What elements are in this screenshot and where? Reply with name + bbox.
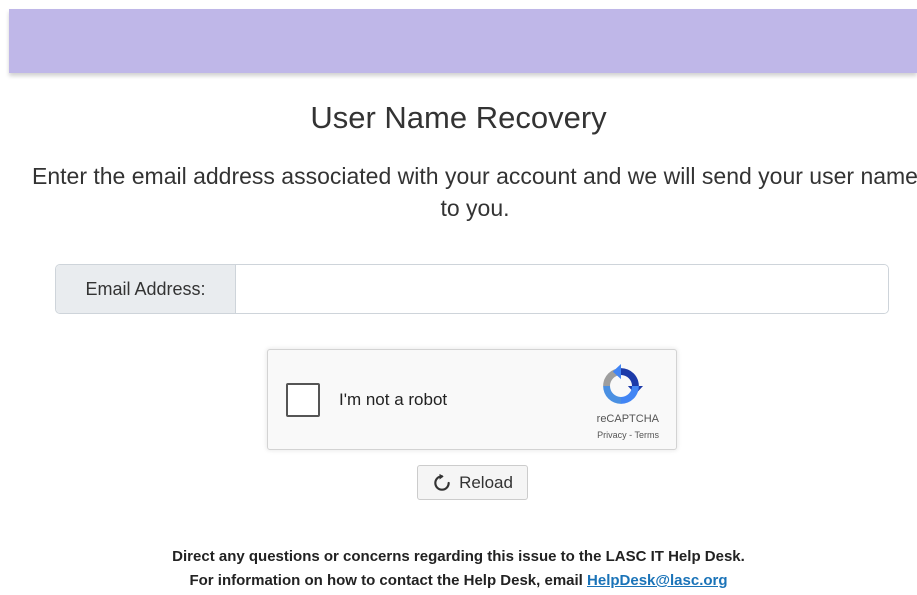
header-bar [9, 9, 917, 73]
recaptcha-links: Privacy - Terms [597, 430, 659, 440]
recaptcha-logo-icon [603, 364, 643, 404]
footer-line-2: For information on how to contact the He… [0, 569, 917, 593]
helpdesk-email-link[interactable]: HelpDesk@lasc.org [587, 572, 728, 589]
recaptcha-terms-link[interactable]: Terms [635, 430, 660, 440]
footer: Direct any questions or concerns regardi… [0, 545, 917, 593]
email-field[interactable] [236, 265, 888, 313]
recaptcha-widget: I'm not a robot reCAPTCHA Privacy - Term… [267, 349, 677, 450]
footer-contact-text: For information on how to contact the He… [189, 572, 588, 589]
recaptcha-privacy-link[interactable]: Privacy [597, 430, 627, 440]
page: User Name Recovery Enter the email addre… [0, 0, 917, 595]
recaptcha-brand: reCAPTCHA [596, 413, 659, 425]
recaptcha-checkbox-label: I'm not a robot [339, 390, 448, 409]
email-field-label: Email Address: [56, 265, 236, 313]
reload-button[interactable]: Reload [417, 465, 528, 500]
reload-button-label: Reload [459, 472, 513, 492]
page-title: User Name Recovery [310, 100, 607, 135]
refresh-icon [434, 473, 450, 491]
footer-line-1: Direct any questions or concerns regardi… [172, 548, 745, 565]
email-input-group: Email Address: [55, 264, 889, 314]
instructions-text: Enter the email address associated with … [32, 163, 917, 221]
recaptcha-links-separator: - [626, 430, 635, 440]
recaptcha-checkbox[interactable] [286, 383, 320, 417]
